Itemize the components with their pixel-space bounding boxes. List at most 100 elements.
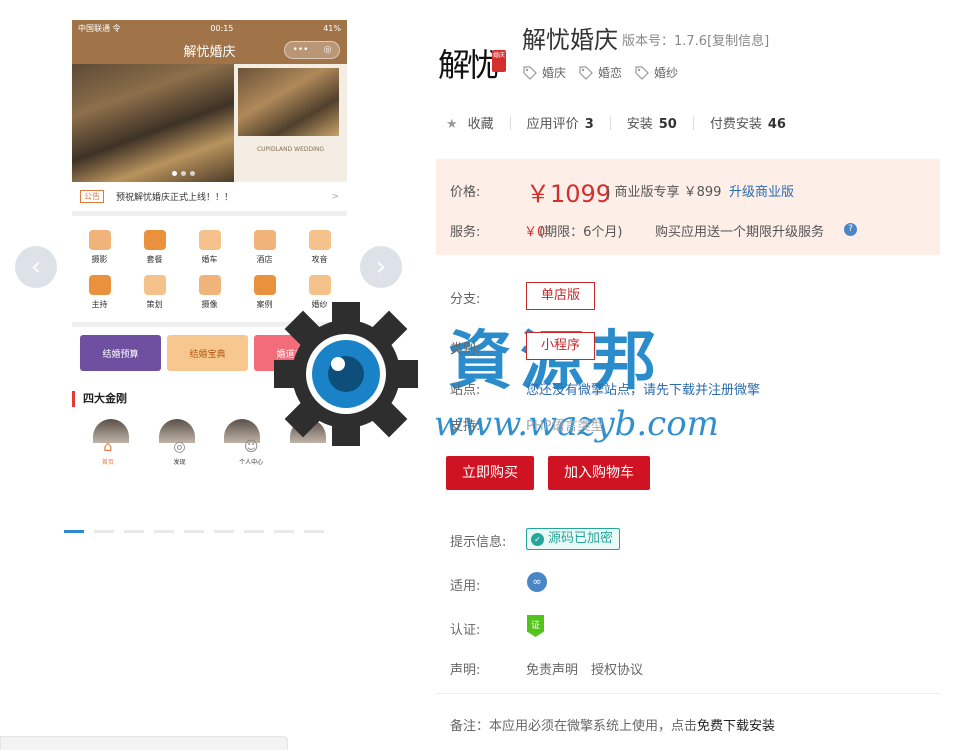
star-icon: ★ <box>446 117 458 132</box>
carousel-indicator[interactable] <box>274 530 294 533</box>
category-label: 类别: <box>450 342 481 357</box>
miniprogram-capsule: ••• ◎ <box>284 41 340 59</box>
tag-icon <box>523 65 537 80</box>
more-icon: ••• <box>292 45 309 55</box>
carousel-indicator[interactable] <box>64 530 84 533</box>
apply-label: 适用: <box>450 579 481 594</box>
microphone-icon <box>88 275 111 295</box>
price-value: ￥1099 <box>526 180 612 208</box>
branch-option-button[interactable]: 单店版 <box>526 282 596 310</box>
help-icon[interactable]: ? <box>844 223 857 236</box>
banner-photo-thumb <box>238 68 339 136</box>
price-box: 价格: ￥1099 | 商业版专享 ￥899 升级商业版 服务: ￥0 (期限：… <box>436 159 940 255</box>
phone-banner: CUPIDLAND WEDDING <box>72 64 347 182</box>
branch-label: 分支: <box>450 292 481 307</box>
disclaimer-link[interactable]: 免责声明 <box>526 659 578 678</box>
tag-item[interactable]: 婚恋 <box>578 64 622 81</box>
carousel-indicator[interactable] <box>304 530 324 533</box>
carousel-indicator[interactable] <box>184 530 204 533</box>
tab-home: ⌂ 首页 <box>88 439 128 466</box>
miniprogram-icon: ∞ <box>527 572 547 592</box>
banner-dots <box>172 171 195 176</box>
tip-label: 提示信息: <box>450 535 507 550</box>
app-title: 解忧婚庆 <box>522 26 618 54</box>
tag-item[interactable]: 婚庆 <box>522 64 566 81</box>
package-icon <box>143 230 166 250</box>
hotel-icon <box>253 230 276 250</box>
banner-photo-left <box>72 64 234 182</box>
phone-nav-title: 解忧婚庆 <box>183 44 236 60</box>
notice-bar: 公告 预祝解忧婚庆正式上线！！！ > <box>72 182 347 216</box>
rating-stat[interactable]: 应用评价 3 <box>527 113 594 132</box>
grid-item: 策划 <box>127 275 182 310</box>
grid-item: 摄影 <box>72 230 127 265</box>
user-icon: ☺ <box>243 439 259 455</box>
grid-item: 攻音 <box>292 230 347 265</box>
guide-card: 结婚宝典 <box>167 335 248 371</box>
price-label: 价格: <box>450 185 481 200</box>
tag-icon <box>635 65 649 80</box>
carousel-next-button[interactable]: › <box>360 246 402 288</box>
install-stat: 安装 50 <box>626 117 677 132</box>
grid-item: 摄像 <box>182 275 237 310</box>
video-camera-icon <box>198 275 221 295</box>
guide-icon <box>308 230 331 250</box>
favorite-button[interactable]: ★ 收藏 <box>446 113 494 132</box>
budget-card: 结婚预算 <box>80 335 161 371</box>
divider <box>436 693 940 694</box>
support-text: PHP语言类型 <box>526 419 604 434</box>
carousel-indicator[interactable] <box>244 530 264 533</box>
site-label: 站点: <box>450 383 481 398</box>
site-register-link[interactable]: 您还没有微擎站点，请先下载并注册微擎 <box>526 379 760 398</box>
add-to-cart-button[interactable]: 加入购物车 <box>548 456 650 490</box>
carousel-indicators <box>64 530 324 533</box>
grid-item: 酒店 <box>237 230 292 265</box>
tag-item[interactable]: 婚纱 <box>634 64 678 81</box>
phone-status-bar: 中国联通 令 00:15 41% <box>72 20 347 36</box>
battery-text: 41% <box>323 23 341 33</box>
upgrade-commercial-link[interactable]: 升级商业版 <box>729 181 794 200</box>
notice-text: 预祝解忧婚庆正式上线！！！ <box>116 193 234 203</box>
bottom-scrollbar[interactable] <box>0 736 288 750</box>
home-icon: ⌂ <box>103 439 113 455</box>
service-note: 购买应用送一个期限升级服务 <box>655 225 825 240</box>
banner-photo-right: CUPIDLAND WEDDING <box>234 64 347 182</box>
bulb-icon <box>143 275 166 295</box>
stats-row: ★ 收藏 应用评价 3 安装 50 付费安装 46 <box>446 113 786 132</box>
tab-profile: ☺ 个人中心 <box>239 439 264 466</box>
buy-now-button[interactable]: 立即购买 <box>446 456 534 490</box>
camera-icon <box>88 230 111 250</box>
encrypted-badge: ✓ 源码已加密 <box>526 528 621 550</box>
dress-icon <box>308 275 331 295</box>
notice-arrow: > <box>331 191 339 202</box>
free-download-link[interactable]: 免费下载安装 <box>697 719 775 734</box>
app-version[interactable]: 版本号：1.7.6[复制信息] <box>622 30 769 49</box>
close-circle-icon: ◎ <box>323 45 332 55</box>
cert-label: 认证: <box>450 623 481 638</box>
paid-install-stat: 付费安装 46 <box>709 117 786 132</box>
app-tags: 婚庆 婚恋 婚纱 <box>522 64 678 81</box>
app-logo: 解忧 婚庆 <box>438 46 506 84</box>
carousel-indicator[interactable] <box>124 530 144 533</box>
certified-badge-icon: 证 <box>527 615 544 637</box>
carrier-text: 中国联通 令 <box>78 23 121 33</box>
service-period: (期限：6个月) <box>539 225 623 240</box>
grid-item: 套餐 <box>127 230 182 265</box>
tag-icon <box>579 65 593 80</box>
support-label: 支持: <box>450 419 481 434</box>
license-link[interactable]: 授权协议 <box>591 659 643 678</box>
logo-seal: 婚庆 <box>492 50 506 72</box>
grid-item: 婚车 <box>182 230 237 265</box>
grid-item: 主持 <box>72 275 127 310</box>
carousel-indicator[interactable] <box>214 530 234 533</box>
phone-nav-bar: 解忧婚庆 ••• ◎ <box>72 36 347 64</box>
category-option-button[interactable]: 小程序 <box>526 332 596 360</box>
carousel-indicator[interactable] <box>154 530 174 533</box>
tab-discover: ◎ 发现 <box>159 439 199 466</box>
notice-tag: 公告 <box>80 190 104 203</box>
banner-caption: CUPIDLAND WEDDING <box>256 146 325 153</box>
carousel-indicator[interactable] <box>94 530 114 533</box>
carousel-prev-button[interactable]: ‹ <box>15 246 57 288</box>
compass-icon: ◎ <box>173 439 186 455</box>
remark: 备注：本应用必须在微擎系统上使用，点击免费下载安装 <box>450 719 776 734</box>
